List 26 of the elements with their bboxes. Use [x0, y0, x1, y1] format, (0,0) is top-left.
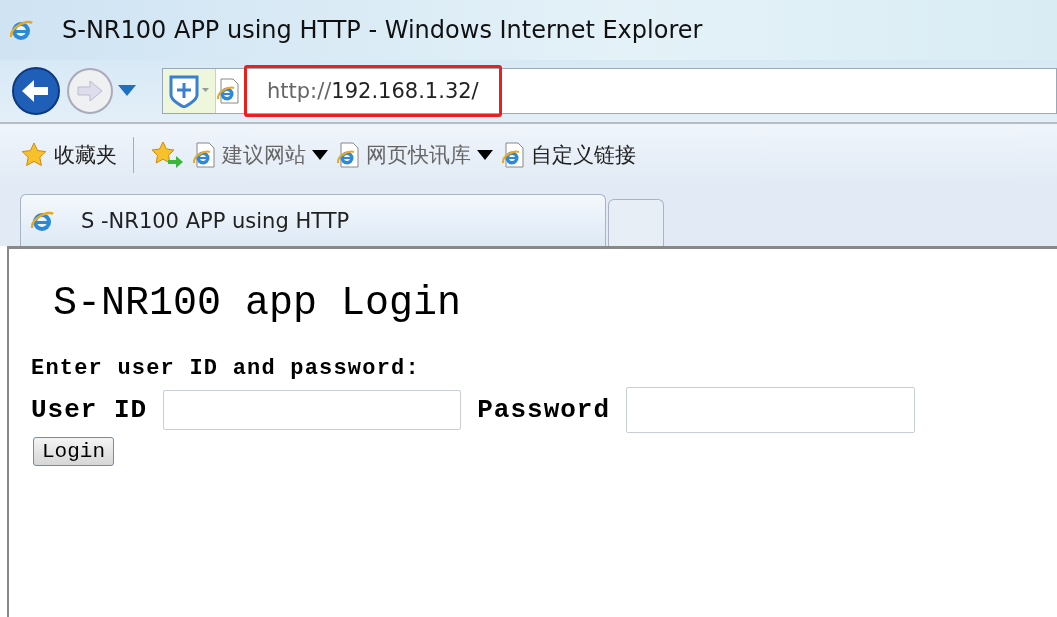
favorite-link[interactable]: 建议网站 [222, 141, 306, 169]
shield-icon[interactable] [167, 74, 211, 108]
instruction-text: Enter user ID and password: [31, 356, 421, 381]
window-title: S-NR100 APP using HTTP - Windows Internet Explorer [62, 16, 703, 44]
dropdown-caret-icon[interactable] [312, 150, 328, 160]
favorite-link[interactable]: 网页快讯库 [366, 141, 471, 169]
dropdown-caret-icon[interactable] [477, 150, 493, 160]
favorites-button[interactable]: 收藏夹 [54, 141, 117, 169]
address-field[interactable]: http://192.168.1.32/ [244, 65, 502, 117]
recent-pages-caret-icon[interactable] [118, 85, 136, 97]
field-label: Password [477, 395, 611, 425]
field-label: User ID [31, 395, 148, 425]
page-icon [216, 78, 240, 104]
page-icon [501, 142, 525, 168]
back-button[interactable] [10, 65, 62, 117]
star-icon [20, 141, 48, 169]
page-icon [336, 142, 360, 168]
url-text: http://192.168.1.32/ [267, 79, 479, 103]
add-favorite-icon[interactable] [150, 140, 184, 170]
favorite-link[interactable]: 自定义链接 [531, 141, 636, 169]
password-field[interactable] [626, 387, 916, 433]
user-id-field[interactable] [163, 390, 462, 430]
browser-tab[interactable]: S -NR100 APP using HTTP [20, 194, 606, 246]
page-heading: S-NR100 app Login [53, 281, 463, 326]
login-button[interactable]: Login [33, 437, 114, 466]
page-icon [192, 142, 216, 168]
